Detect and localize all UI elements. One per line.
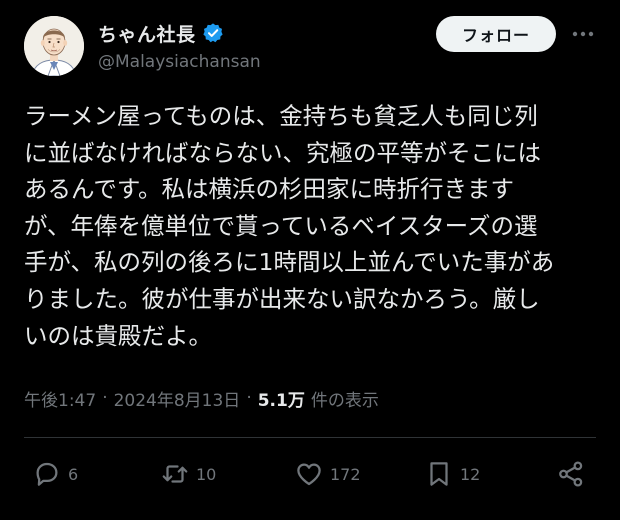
avatar-illustration (24, 16, 84, 76)
user-handle[interactable]: @Malaysiachansan (98, 52, 261, 72)
tweet-text: ラーメン屋ってものは、金持ちも貧乏人も同じ列 に並ばなければならない、究極の平等… (24, 98, 596, 354)
more-options-button[interactable] (570, 22, 596, 46)
bookmark-icon (430, 462, 448, 486)
tweet-line: が、年俸を億単位で貰っているベイスターズの選 (24, 211, 538, 240)
tweet-line: りました。彼が仕事が出来ない訳なかろう。厳し (24, 284, 540, 313)
tweet-line: あるんです。私は横浜の杉田家に時折行きます (24, 175, 514, 204)
display-name[interactable]: ちゃん社長 (98, 20, 196, 47)
like-count: 172 (330, 464, 361, 484)
heart-icon (297, 463, 321, 486)
follow-button[interactable]: フォロー (436, 16, 556, 52)
name-row: ちゃん社長 (98, 20, 224, 46)
reply-icon (36, 462, 58, 486)
reply-button[interactable]: 6 (32, 456, 78, 492)
divider (24, 437, 596, 438)
reply-count: 6 (68, 464, 79, 484)
verified-badge-icon (202, 23, 223, 43)
meta-separator: · (102, 388, 108, 408)
tweet-time[interactable]: 午後1:47 (24, 386, 96, 411)
share-icon (559, 461, 583, 487)
tweet-meta: 午後1:47 · 2024年8月13日 · 5.1万 件の表示 (24, 384, 379, 412)
tweet-line: いのは貴殿だよ。 (24, 321, 212, 350)
views-label: 件の表示 (310, 390, 379, 411)
repost-button[interactable]: 10 (160, 456, 216, 492)
share-button[interactable] (556, 456, 586, 492)
bookmark-count: 12 (460, 464, 481, 484)
views-count[interactable]: 5.1万 (258, 386, 305, 411)
tweet-line: 手が、私の列の後ろに1時間以上並んでいた事があ (24, 248, 555, 277)
meta-separator: · (246, 388, 252, 408)
more-dots-icon (572, 31, 594, 37)
repost-icon (162, 465, 188, 483)
avatar[interactable] (24, 16, 84, 76)
tweet-line: ラーメン屋ってものは、金持ちも貧乏人も同じ列 (24, 102, 538, 130)
tweet-line: に並ばなければならない、究極の平等がそこには (24, 138, 541, 167)
tweet-date[interactable]: 2024年8月13日 (114, 386, 241, 411)
repost-count: 10 (196, 464, 217, 484)
like-button[interactable]: 172 (294, 456, 361, 492)
action-bar: 6 10 172 12 (24, 456, 596, 492)
tweet-header: ちゃん社長 @Malaysiachansan フォロー (24, 14, 596, 80)
bookmark-button[interactable]: 12 (424, 456, 480, 492)
